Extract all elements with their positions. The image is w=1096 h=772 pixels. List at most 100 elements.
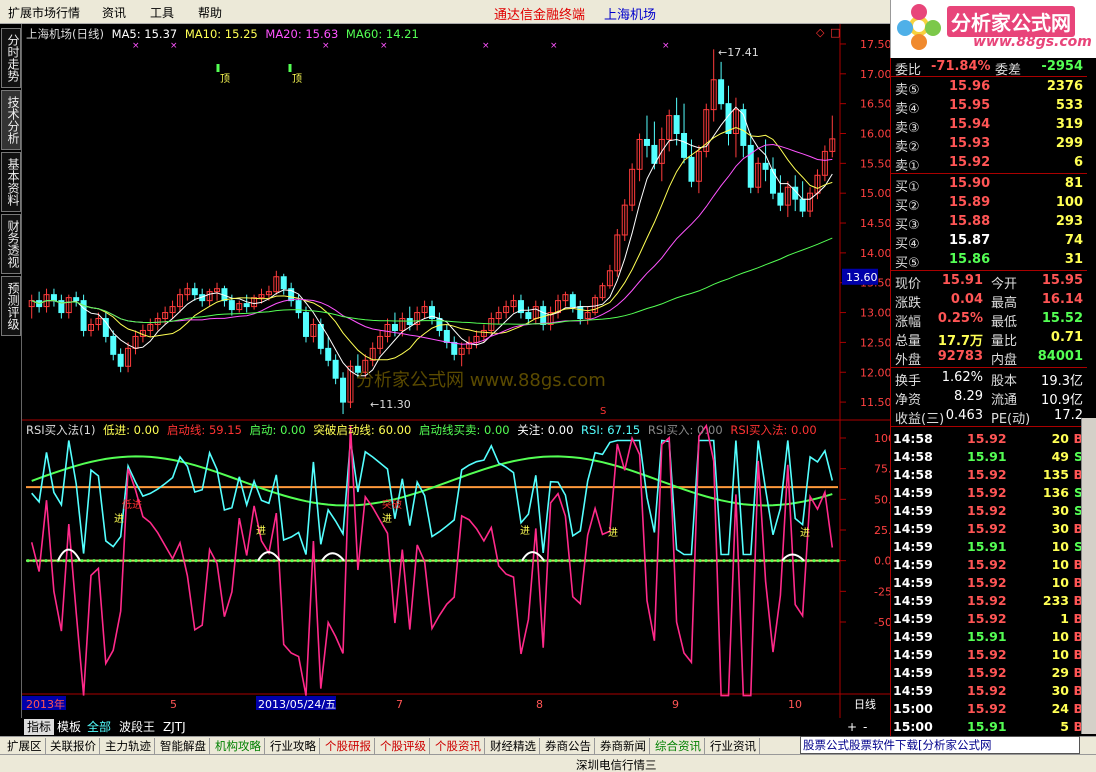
func-tab[interactable]: 关联报价 <box>47 738 100 754</box>
zero-dot <box>776 559 780 563</box>
stat-label: 换手 <box>895 374 922 389</box>
kline-chart[interactable]: 17.50 17.00 16.50 16.00 15.50 15.00 14.50 14.00… <box>22 24 890 718</box>
tab-all[interactable]: 全部 <box>84 719 114 735</box>
func-tab[interactable]: 综合资讯 <box>652 738 705 754</box>
high-annotation: ←17.41 <box>718 46 759 59</box>
candle-body <box>673 115 680 134</box>
func-tab[interactable]: 券商新闻 <box>597 738 650 754</box>
candle-body <box>50 294 57 302</box>
stat-label: 内盘 <box>991 353 1018 368</box>
ask-label: 卖⑤ <box>895 83 920 98</box>
menu-tools[interactable]: 工具 <box>150 4 174 21</box>
tab-fundamentals[interactable]: 基本资料 <box>1 152 21 212</box>
stat-row: 净资 8.29 流通 10.9亿 <box>891 388 1087 408</box>
zoom-out-button[interactable]: - <box>860 719 870 735</box>
ad-banner[interactable]: 股票公式股票软件下载[分析家公式网www.88gs.com] <box>800 736 1080 768</box>
tick-volume: 20 <box>1051 431 1069 446</box>
price-tick-label: 14.50 <box>860 217 890 230</box>
menubar: 扩展市场行情 资讯 工具 帮助 通达信金融终端 上海机场 <box>0 0 890 24</box>
menu-help[interactable]: 帮助 <box>198 4 222 21</box>
price-tick-label: 15.50 <box>860 157 890 170</box>
ask-volume: 6 <box>1073 155 1083 170</box>
func-tab[interactable]: 主力轨迹 <box>102 738 155 754</box>
signal-marker: × <box>550 41 558 51</box>
zero-dot <box>146 559 150 563</box>
stock-label: 上海机场(日线) <box>26 27 104 41</box>
tab-technical[interactable]: 技术分析 <box>1 90 21 150</box>
func-tab[interactable]: 个股资讯 <box>432 738 485 754</box>
stat-value: 19.3亿 <box>1041 374 1083 389</box>
func-tab[interactable]: 个股评级 <box>377 738 430 754</box>
menu-extended-market[interactable]: 扩展市场行情 <box>8 4 80 21</box>
candle-body <box>332 359 339 379</box>
tick-volume: 49 <box>1051 449 1069 464</box>
zero-dot <box>326 559 330 563</box>
stat-row: 外盘 92783 内盘 84001 <box>891 348 1087 368</box>
tab-template[interactable]: 模板 <box>54 719 84 735</box>
ind-focus: 关注: 0.00 <box>517 423 574 437</box>
ind-low-in: 低进: 0.00 <box>103 423 160 437</box>
stat-label: 外盘 <box>895 353 922 368</box>
slow-line <box>31 455 833 507</box>
tick-row: 14:59 15.92 30 B <box>891 682 1087 700</box>
time-label-9: 9 <box>672 698 679 711</box>
tick-time: 14:59 <box>893 611 933 626</box>
zero-dot <box>758 559 762 563</box>
func-tab[interactable]: 行业资讯 <box>707 738 760 754</box>
stat-value: 15.52 <box>1041 311 1083 326</box>
tick-time: 14:59 <box>893 575 933 590</box>
zero-dot <box>392 559 396 563</box>
s-marker: S <box>600 406 606 417</box>
zero-dot <box>416 559 420 563</box>
bid-row: 买④ 15.87 74 <box>891 232 1087 252</box>
candle-body <box>443 329 450 343</box>
tick-time: 14:59 <box>893 629 933 644</box>
zero-dot <box>92 559 96 563</box>
func-tab[interactable]: 财经精选 <box>487 738 540 754</box>
candle-body <box>569 294 576 308</box>
stat-label: 净资 <box>895 393 922 408</box>
ind-start-line: 启动线: 59.15 <box>166 423 242 437</box>
menu-news[interactable]: 资讯 <box>102 4 126 21</box>
zero-dot <box>296 559 300 563</box>
func-tab[interactable]: 行业攻略 <box>267 738 320 754</box>
logo-url[interactable]: www.88gs.com <box>973 34 1092 50</box>
func-tab[interactable]: 个股研报 <box>322 738 375 754</box>
stat-value: 84001 <box>1037 349 1083 364</box>
tab-forecast[interactable]: 预测评级 <box>1 276 21 336</box>
price-tick-label: 15.00 <box>860 187 890 200</box>
func-tab[interactable]: 扩展区 <box>4 738 46 754</box>
func-tab[interactable]: 机构攻略 <box>212 738 265 754</box>
func-tab[interactable]: 券商公告 <box>542 738 595 754</box>
ask-price: 15.94 <box>949 117 991 132</box>
func-tab[interactable]: 智能解盘 <box>157 738 210 754</box>
stat-value: 1.62% <box>941 370 983 385</box>
tick-scrollbar[interactable] <box>1081 418 1096 734</box>
ask-volume: 2376 <box>1046 79 1083 94</box>
zero-dot <box>230 559 234 563</box>
zero-dot <box>638 559 642 563</box>
zero-dot <box>128 559 132 563</box>
tick-row: 14:58 15.91 49 S <box>891 448 1087 466</box>
candle-body <box>302 312 309 337</box>
tab-intraday[interactable]: 分时走势 <box>1 28 21 88</box>
ask-volume: 299 <box>1055 136 1083 151</box>
price-tick-label: 12.00 <box>860 366 890 379</box>
zero-dot <box>710 559 714 563</box>
tick-volume: 30 <box>1051 503 1069 518</box>
tab-indicator[interactable]: 指标 <box>24 719 55 735</box>
price-tick-label: 14.00 <box>860 247 890 260</box>
app-title: 通达信金融终端 <box>494 8 586 23</box>
chart-area[interactable]: 17.50 17.00 16.50 16.00 15.50 15.00 14.50 14.00… <box>22 24 890 718</box>
candle-body <box>747 144 754 188</box>
tab-zjtj[interactable]: ZJTJ <box>160 719 189 735</box>
tick-volume: 10 <box>1051 647 1069 662</box>
stat-value: 15.95 <box>1041 273 1083 288</box>
zero-dot <box>794 559 798 563</box>
zoom-in-button[interactable]: + <box>844 719 860 735</box>
tab-financials[interactable]: 财务透视 <box>1 214 21 274</box>
zero-dot <box>350 559 354 563</box>
zero-dot <box>830 559 834 563</box>
tab-wave-king[interactable]: 波段王 <box>116 719 158 735</box>
zero-dot <box>458 559 462 563</box>
